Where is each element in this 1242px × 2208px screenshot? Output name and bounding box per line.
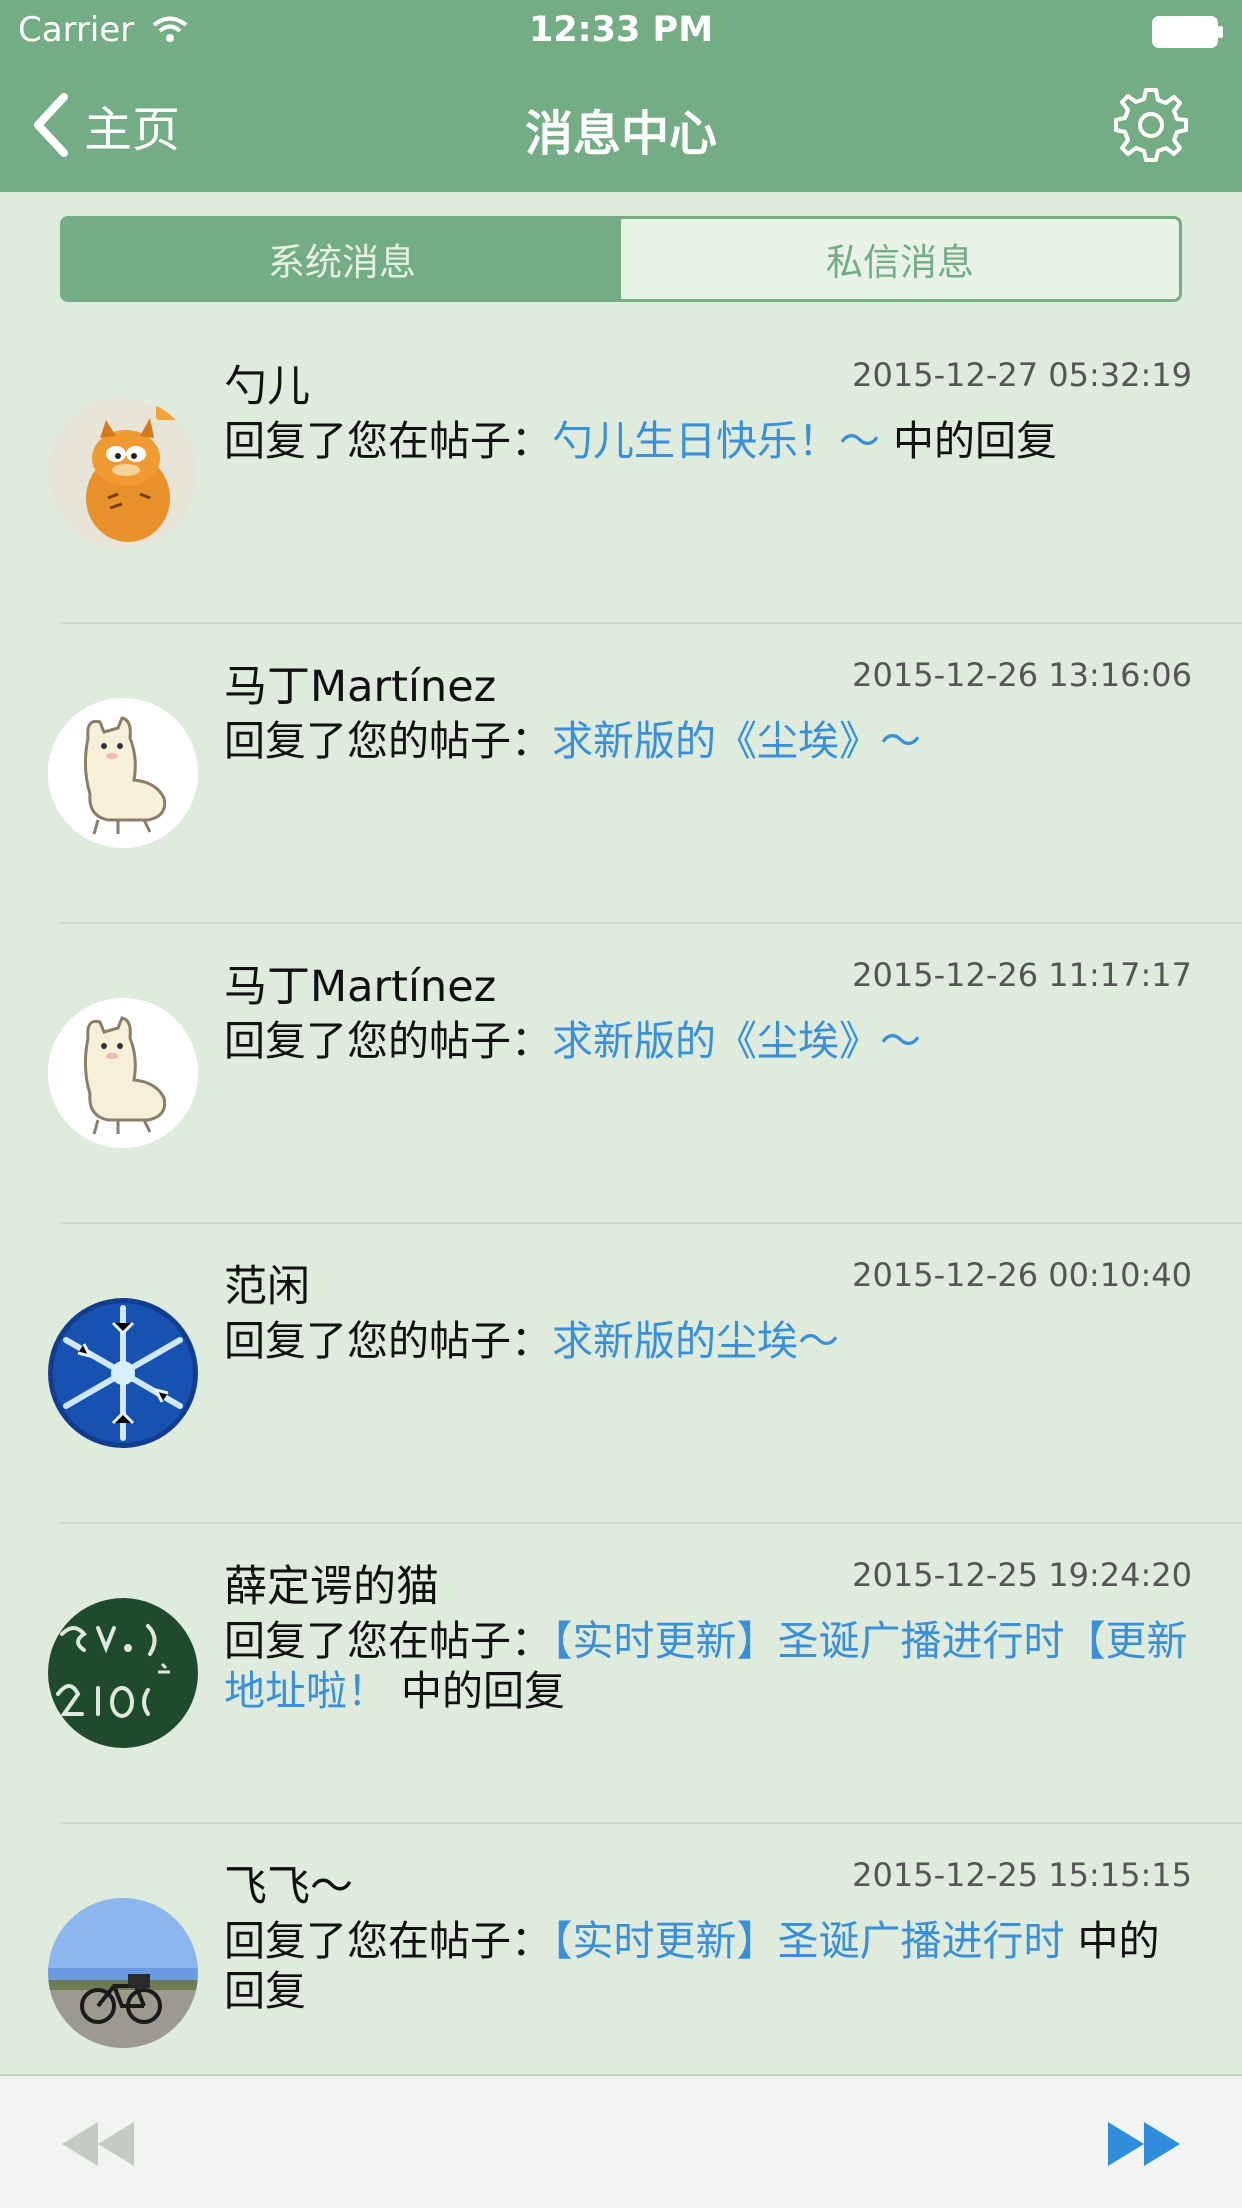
sender-name: 范闲 (224, 1262, 310, 1312)
garfield-avatar (48, 398, 198, 548)
message-time: 2015-12-25 15:15:15 (852, 1856, 1192, 1894)
message-prefix: 回复了您在帖子： (224, 417, 552, 465)
message-type-segmented-control: 系统消息 私信消息 (60, 216, 1182, 302)
sender-name: 马丁Martínez (224, 662, 497, 712)
status-bar: Carrier 12:33 PM (0, 0, 1242, 60)
tab-private-messages[interactable]: 私信消息 (621, 219, 1179, 299)
chalkboard-avatar (48, 1598, 198, 1748)
message-time: 2015-12-27 05:32:19 (852, 356, 1192, 394)
rewind-icon[interactable] (60, 2120, 136, 2168)
nav-bar: 主页 消息中心 (0, 60, 1242, 192)
message-body: 回复了您在帖子：【实时更新】圣诞广播进行时【更新地址啦！ 中的回复 (224, 1616, 1194, 1716)
message-time: 2015-12-26 13:16:06 (852, 656, 1192, 694)
message-prefix: 回复了您的帖子： (224, 1017, 552, 1065)
message-center-screen: Carrier 12:33 PM 主页 消息中心 系统消息 私信消息 勺儿 20… (0, 0, 1242, 2208)
message-suffix: 中的回复 (388, 1667, 566, 1715)
message-list: 勺儿 2015-12-27 05:32:19 回复了您在帖子：勺儿生日快乐！～ … (0, 324, 1242, 2124)
sender-name: 薛定谔的猫 (224, 1562, 439, 1612)
post-link[interactable]: 求新版的尘埃～ (552, 1317, 839, 1365)
sender-name: 勺儿 (224, 362, 310, 412)
alpaca-avatar (48, 698, 198, 848)
sender-name: 马丁Martínez (224, 962, 497, 1012)
post-link[interactable]: 求新版的《尘埃》～ (552, 1017, 921, 1065)
post-link[interactable]: 勺儿生日快乐！～ (552, 417, 880, 465)
list-item[interactable]: 薛定谔的猫 2015-12-25 19:24:20 回复了您在帖子：【实时更新】… (0, 1524, 1242, 1824)
message-time: 2015-12-26 00:10:40 (852, 1256, 1192, 1294)
message-body: 回复了您的帖子：求新版的《尘埃》～ (224, 1016, 1194, 1066)
sender-name: 飞飞～ (224, 1862, 353, 1912)
page-title: 消息中心 (524, 106, 717, 162)
settings-gear-icon[interactable] (1110, 84, 1192, 166)
message-body: 回复了您在帖子：【实时更新】圣诞广播进行时 中的回复 (224, 1916, 1194, 2016)
post-link[interactable]: 求新版的《尘埃》～ (552, 717, 921, 765)
message-time: 2015-12-25 19:24:20 (852, 1556, 1192, 1594)
tab-system-messages[interactable]: 系统消息 (63, 219, 621, 299)
list-item[interactable]: 勺儿 2015-12-27 05:32:19 回复了您在帖子：勺儿生日快乐！～ … (0, 324, 1242, 624)
message-prefix: 回复了您的帖子： (224, 1317, 552, 1365)
header: Carrier 12:33 PM 主页 消息中心 (0, 0, 1242, 192)
message-prefix: 回复了您在帖子： (224, 1617, 552, 1665)
list-item[interactable]: 马丁Martínez 2015-12-26 11:17:17 回复了您的帖子：求… (0, 924, 1242, 1224)
status-time: 12:33 PM (528, 10, 714, 50)
message-body: 回复了您的帖子：求新版的尘埃～ (224, 1316, 1194, 1366)
list-item[interactable]: 马丁Martínez 2015-12-26 13:16:06 回复了您的帖子：求… (0, 624, 1242, 924)
bicycle-avatar (48, 1898, 198, 2048)
fast-forward-icon[interactable] (1106, 2120, 1182, 2168)
message-prefix: 回复了您的帖子： (224, 717, 552, 765)
message-suffix: 中的回复 (880, 417, 1058, 465)
snowflake-avatar (48, 1298, 198, 1448)
battery-icon (1152, 16, 1223, 48)
message-body: 回复了您的帖子：求新版的《尘埃》～ (224, 716, 1194, 766)
post-link[interactable]: 【实时更新】圣诞广播进行时 (552, 1917, 1065, 1965)
pagination-toolbar (0, 2074, 1242, 2208)
alpaca-avatar (48, 998, 198, 1148)
message-body: 回复了您在帖子：勺儿生日快乐！～ 中的回复 (224, 416, 1194, 466)
message-time: 2015-12-26 11:17:17 (852, 956, 1192, 994)
list-item[interactable]: 范闲 2015-12-26 00:10:40 回复了您的帖子：求新版的尘埃～ (0, 1224, 1242, 1524)
message-prefix: 回复了您在帖子： (224, 1917, 552, 1965)
